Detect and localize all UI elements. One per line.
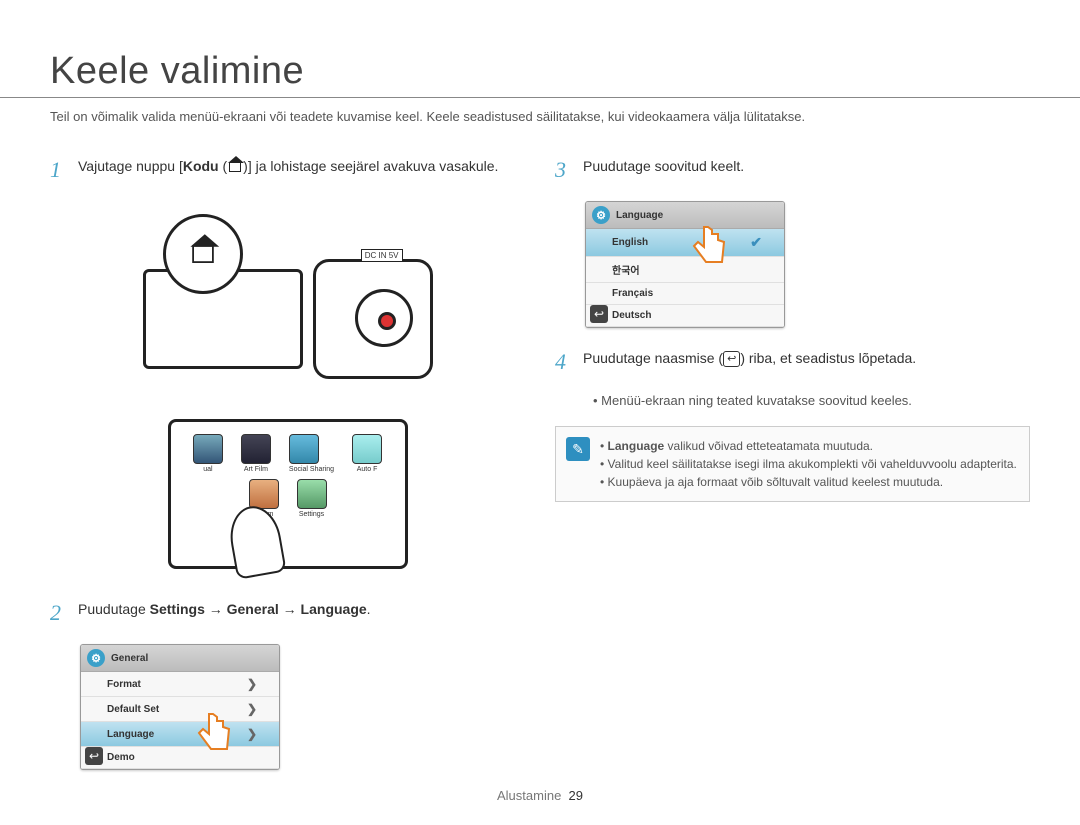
language-row-francais[interactable]: Français [586, 283, 784, 305]
panel-header: ⚙ General [81, 645, 279, 672]
dc-in-label: DC IN 5V [361, 249, 403, 262]
language-row-english[interactable]: English✔ [586, 229, 784, 257]
step-2-number: 2 [50, 596, 68, 629]
check-icon: ✔ [750, 234, 762, 251]
icon-row-2: Album Settings [179, 479, 397, 518]
step-3-text: Puudutage soovitud keelt. [583, 156, 744, 189]
step-2: 2 Puudutage Settings → General → Languag… [50, 599, 525, 632]
note-icon: ✎ [566, 437, 590, 461]
page-footer: Alustamine 29 [0, 788, 1080, 803]
chevron-right-icon: ❯ [247, 727, 257, 741]
chevron-right-icon: ❯ [247, 677, 257, 691]
settings-general-panel: ⚙ General Format❯ Default Set❯ Language❯… [80, 644, 280, 770]
settings-row-language[interactable]: Language❯ [81, 722, 279, 747]
settings-row-demo[interactable]: Demo [81, 747, 279, 769]
home-button-zoom [163, 214, 243, 294]
page-number: 29 [569, 788, 583, 803]
panel-title: Language [616, 210, 663, 221]
panel-title: General [111, 653, 148, 664]
app-label: Auto F [352, 466, 382, 473]
app-icon [297, 479, 327, 509]
app-label: Settings [297, 511, 327, 518]
note-item: Valitud keel säilitatakse isegi ilma aku… [600, 455, 1017, 473]
gear-icon: ⚙ [592, 206, 610, 224]
step-2-text: Puudutage Settings → General → Language. [78, 599, 371, 632]
note-list: Language valikud võivad etteteatamata mu… [600, 437, 1017, 491]
step-1: 1 Vajutage nuppu [Kodu ()] ja lohistage … [50, 156, 525, 189]
language-row-deutsch[interactable]: Deutsch [586, 305, 784, 327]
panel-header: ⚙ Language [586, 202, 784, 229]
step-3-number: 3 [555, 153, 573, 186]
gear-icon: ⚙ [87, 649, 105, 667]
step-4-bullet: Menüü-ekraan ning teated kuvatakse soovi… [593, 393, 1030, 408]
app-icon [193, 434, 223, 464]
right-column: 3 Puudutage soovitud keelt. ⚙ Language E… [555, 156, 1030, 770]
step-4: 4 Puudutage naasmise (↩) riba, et seadis… [555, 348, 1030, 381]
back-icon[interactable]: ↩ [85, 747, 103, 765]
app-icon [241, 434, 271, 464]
app-label: ual [193, 466, 223, 473]
return-icon: ↩ [723, 351, 740, 367]
chevron-right-icon: ❯ [247, 702, 257, 716]
back-icon[interactable]: ↩ [590, 305, 608, 323]
home-icon [192, 245, 214, 263]
language-panel: ⚙ Language English✔ 한국어 Français Deutsch… [585, 201, 785, 328]
camera-illustration: DC IN 5V [133, 209, 443, 409]
settings-row-format[interactable]: Format❯ [81, 672, 279, 697]
note-box: ✎ Language valikud võivad etteteatamata … [555, 426, 1030, 502]
content-columns: 1 Vajutage nuppu [Kodu ()] ja lohistage … [0, 126, 1080, 770]
settings-row-default-set[interactable]: Default Set❯ [81, 697, 279, 722]
app-icon [352, 434, 382, 464]
app-label: Art Film [241, 466, 271, 473]
step-4-number: 4 [555, 345, 573, 378]
step-1-text: Vajutage nuppu [Kodu ()] ja lohistage se… [78, 156, 498, 189]
home-icon [229, 162, 241, 172]
icon-row-1: ual Art Film Social Sharing Auto F [179, 434, 397, 473]
home-screen-illustration: ual Art Film Social Sharing Auto F [168, 419, 408, 569]
intro-text: Teil on võimalik valida menüü-ekraani võ… [0, 108, 1080, 126]
footer-section: Alustamine [497, 788, 561, 803]
language-row-korean[interactable]: 한국어 [586, 257, 784, 283]
step-3: 3 Puudutage soovitud keelt. [555, 156, 1030, 189]
camera-dial [355, 289, 413, 347]
app-label: Social Sharing [289, 466, 334, 473]
left-column: 1 Vajutage nuppu [Kodu ()] ja lohistage … [50, 156, 525, 770]
note-item: Kuupäeva ja aja formaat võib sõltuvalt v… [600, 473, 1017, 491]
app-icon [249, 479, 279, 509]
step-1-number: 1 [50, 153, 68, 186]
note-item: Language valikud võivad etteteatamata mu… [600, 437, 1017, 455]
step-4-text: Puudutage naasmise (↩) riba, et seadistu… [583, 348, 916, 381]
page-title: Keele valimine [0, 0, 1080, 98]
app-icon [289, 434, 319, 464]
